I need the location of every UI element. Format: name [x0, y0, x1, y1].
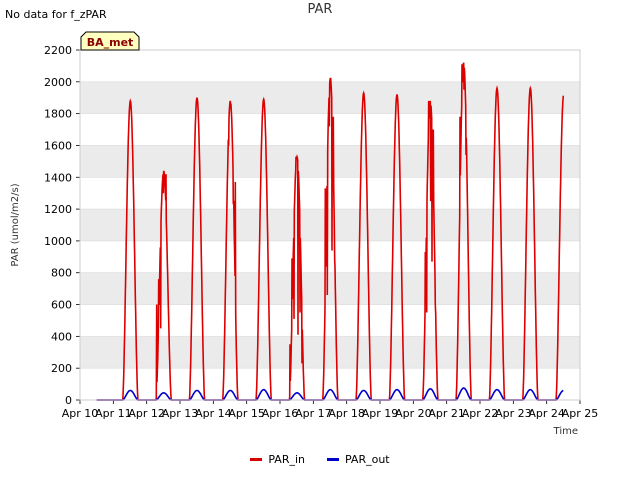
- y-tick-label: 1400: [44, 171, 72, 184]
- x-axis-ticks: Apr 10Apr 11Apr 12Apr 13Apr 14Apr 15Apr …: [62, 400, 599, 420]
- legend-entry-par-out: PAR_out: [327, 453, 390, 466]
- y-tick-label: 600: [51, 299, 72, 312]
- x-tick-label: Apr 14: [195, 407, 232, 420]
- grid-band: [80, 272, 580, 305]
- y-tick-label: 400: [51, 330, 72, 343]
- chart-plot: 0 200 400 600 800 1000 1200 1400 1600 1800 2000 220…: [10, 31, 599, 437]
- x-tick-label: Apr 11: [95, 407, 132, 420]
- x-tick-label: Apr 21: [428, 407, 465, 420]
- x-tick-label: Apr 18: [328, 407, 365, 420]
- series-line-par-out: [96, 387, 564, 401]
- x-tick-label: Apr 20: [395, 407, 432, 420]
- y-tick-label: 1200: [44, 203, 72, 216]
- legend-label-par-out: PAR_out: [345, 453, 390, 466]
- legend: PAR_in PAR_out: [0, 453, 640, 466]
- x-tick-label: Apr 17: [295, 407, 332, 420]
- station-badge: BA_met: [80, 31, 140, 51]
- y-tick-label: 1000: [44, 235, 72, 248]
- y-tick-label: 2200: [44, 44, 72, 57]
- y-tick-label: 2000: [44, 76, 72, 89]
- y-axis-label: PAR (umol/m2/s): [10, 183, 21, 266]
- x-tick-label: Apr 19: [362, 407, 399, 420]
- x-tick-label: Apr 13: [162, 407, 199, 420]
- x-tick-label: Apr 10: [62, 407, 99, 420]
- y-tick-label: 200: [51, 362, 72, 375]
- x-tick-label: Apr 15: [228, 407, 265, 420]
- station-badge-label: BA_met: [87, 36, 134, 49]
- x-tick-label: Apr 16: [262, 407, 299, 420]
- x-tick-label: Apr 23: [495, 407, 532, 420]
- legend-swatch-par-out: [327, 458, 339, 461]
- y-tick-label: 1600: [44, 139, 72, 152]
- grid-band: [80, 145, 580, 178]
- x-tick-label: Apr 12: [128, 407, 165, 420]
- y-tick-label: 0: [65, 394, 72, 407]
- x-tick-label: Apr 25: [562, 407, 599, 420]
- grid-band: [80, 209, 580, 241]
- y-tick-label: 1800: [44, 108, 72, 121]
- x-axis-label: Time: [553, 426, 578, 437]
- grid-band: [80, 336, 580, 369]
- legend-swatch-par-in: [250, 458, 263, 461]
- x-tick-label: Apr 22: [462, 407, 499, 420]
- legend-label-par-in: PAR_in: [268, 453, 305, 466]
- chart-figure: No data for f_zPAR PAR 0 200 400 600 800 1000…: [0, 0, 640, 480]
- x-tick-label: Apr 24: [528, 407, 565, 420]
- y-axis-ticks: 0 200 400 600 800 1000 1200 1400 1600 1800 2000 220…: [44, 44, 80, 407]
- legend-entry-par-in: PAR_in: [250, 453, 305, 466]
- y-tick-label: 800: [51, 267, 72, 280]
